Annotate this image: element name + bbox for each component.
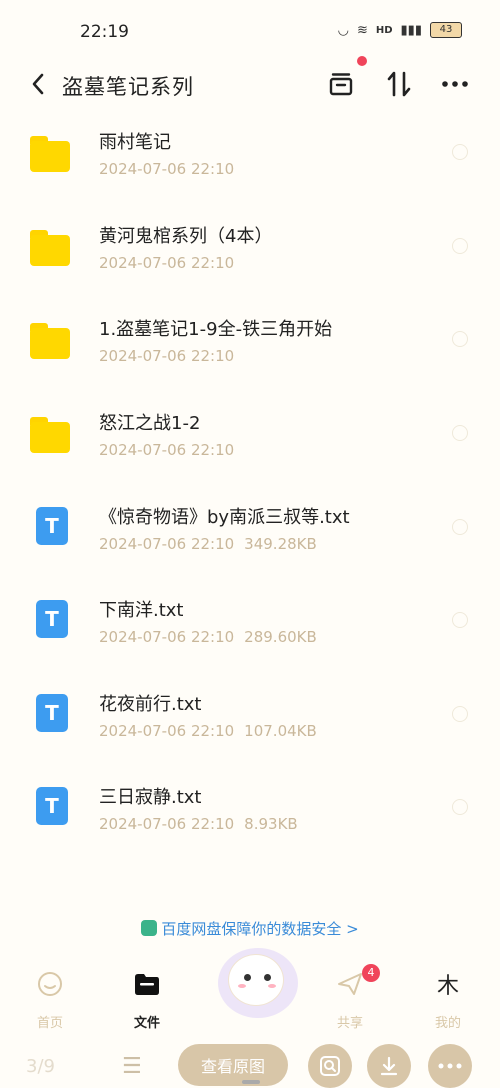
more-icon bbox=[442, 81, 468, 87]
safety-banner[interactable]: 百度网盘保障你的数据安全 > bbox=[0, 918, 500, 939]
tab-files[interactable]: 文件 bbox=[117, 970, 177, 1031]
lens-icon bbox=[320, 1056, 340, 1076]
file-meta: 2024-07-06 22:10 8.93KB bbox=[99, 815, 298, 833]
back-button[interactable] bbox=[26, 70, 50, 98]
select-checkbox[interactable] bbox=[452, 799, 468, 815]
page-count: 3/9 bbox=[26, 1056, 55, 1077]
file-size: 349.28KB bbox=[244, 535, 317, 553]
file-meta: 2024-07-06 22:10 289.60KB bbox=[99, 628, 317, 646]
status-bar: 22:19 ◡ ≋ HD ▮▮▮ 43 bbox=[0, 0, 500, 60]
tab-home-label: 首页 bbox=[36, 1016, 63, 1031]
tab-mine-label: 我的 bbox=[434, 1016, 461, 1031]
alarm-icon: ◡ bbox=[337, 22, 349, 38]
more-button[interactable] bbox=[440, 69, 470, 99]
folder-icon bbox=[30, 226, 72, 268]
list-item[interactable]: 1.盗墓笔记1-9全-铁三角开始 2024-07-06 22:10 bbox=[0, 297, 500, 391]
file-meta: 2024-07-06 22:10 bbox=[99, 160, 234, 178]
file-date: 2024-07-06 22:10 bbox=[99, 628, 235, 646]
home-icon bbox=[36, 970, 64, 998]
file-name: 1.盗墓笔记1-9全-铁三角开始 bbox=[99, 319, 333, 340]
tab-home[interactable]: 首页 bbox=[20, 970, 80, 1031]
list-item[interactable]: 黄河鬼棺系列（4本） 2024-07-06 22:10 bbox=[0, 204, 500, 298]
menu-icon[interactable]: ☰ bbox=[122, 1054, 142, 1079]
file-name: 雨村笔记 bbox=[99, 132, 171, 153]
list-item[interactable]: T 花夜前行.txt 2024-07-06 22:10 107.04KB bbox=[0, 672, 500, 766]
file-date: 2024-07-06 22:10 bbox=[99, 441, 235, 459]
txt-file-icon: T bbox=[30, 600, 72, 642]
file-date: 2024-07-06 22:10 bbox=[99, 815, 235, 833]
status-time: 22:19 bbox=[80, 22, 129, 42]
home-indicator bbox=[242, 1080, 260, 1084]
file-size: 107.04KB bbox=[244, 722, 317, 740]
list-item[interactable]: 雨村笔记 2024-07-06 22:10 bbox=[0, 110, 500, 204]
select-checkbox[interactable] bbox=[452, 425, 468, 441]
download-button[interactable] bbox=[367, 1044, 411, 1088]
file-date: 2024-07-06 22:10 bbox=[99, 535, 235, 553]
more-options-button[interactable] bbox=[428, 1044, 472, 1088]
more-icon bbox=[438, 1063, 462, 1069]
wifi-icon: ≋ bbox=[356, 22, 368, 38]
send-icon bbox=[336, 970, 364, 998]
folder-icon bbox=[30, 319, 72, 361]
safety-banner-text: 百度网盘保障你的数据安全 bbox=[161, 920, 342, 938]
share-badge: 4 bbox=[362, 964, 380, 982]
list-item[interactable]: T 下南洋.txt 2024-07-06 22:10 289.60KB bbox=[0, 578, 500, 672]
avatar-icon: ⽊ bbox=[436, 974, 459, 999]
sort-icon bbox=[387, 71, 411, 97]
select-checkbox[interactable] bbox=[452, 706, 468, 722]
battery-icon: 43 bbox=[430, 22, 462, 38]
file-name: 花夜前行.txt bbox=[99, 694, 202, 715]
back-icon bbox=[32, 73, 44, 95]
txt-file-icon: T bbox=[30, 507, 72, 549]
file-name: 黄河鬼棺系列（4本） bbox=[99, 226, 273, 247]
file-meta: 2024-07-06 22:10 349.28KB bbox=[99, 535, 317, 553]
hd-indicator: HD bbox=[375, 24, 393, 36]
file-name: 下南洋.txt bbox=[99, 600, 184, 621]
list-item[interactable]: T 《惊奇物语》by南派三叔等.txt 2024-07-06 22:10 349.… bbox=[0, 485, 500, 579]
chevron-right-icon: > bbox=[346, 920, 359, 938]
file-name: 《惊奇物语》by南派三叔等.txt bbox=[99, 507, 350, 528]
mascot-face-icon bbox=[228, 954, 284, 1006]
select-checkbox[interactable] bbox=[452, 612, 468, 628]
archive-button[interactable] bbox=[326, 69, 356, 99]
file-name: 三日寂静.txt bbox=[99, 787, 202, 808]
select-checkbox[interactable] bbox=[452, 144, 468, 160]
file-meta: 2024-07-06 22:10 bbox=[99, 441, 234, 459]
file-size: 289.60KB bbox=[244, 628, 317, 646]
lens-button[interactable] bbox=[308, 1044, 352, 1088]
mascot-button[interactable] bbox=[210, 940, 300, 1020]
header: 盗墓笔记系列 bbox=[0, 60, 500, 110]
txt-file-icon: T bbox=[30, 694, 72, 736]
shield-icon bbox=[141, 920, 158, 936]
file-date: 2024-07-06 22:10 bbox=[99, 254, 235, 272]
page-title: 盗墓笔记系列 bbox=[62, 75, 194, 99]
file-meta: 2024-07-06 22:10 bbox=[99, 254, 234, 272]
status-icons: ◡ ≋ HD ▮▮▮ 43 bbox=[338, 22, 462, 38]
file-meta: 2024-07-06 22:10 bbox=[99, 347, 234, 365]
file-meta: 2024-07-06 22:10 107.04KB bbox=[99, 722, 317, 740]
folder-icon bbox=[30, 413, 72, 455]
tab-mine[interactable]: ⽊ 我的 bbox=[418, 970, 478, 1031]
file-date: 2024-07-06 22:10 bbox=[99, 722, 235, 740]
sort-button[interactable] bbox=[384, 69, 414, 99]
download-icon bbox=[380, 1056, 398, 1076]
select-checkbox[interactable] bbox=[452, 238, 468, 254]
notification-dot bbox=[357, 56, 367, 66]
tab-share-label: 共享 bbox=[336, 1016, 363, 1031]
archive-icon bbox=[329, 73, 353, 96]
select-checkbox[interactable] bbox=[452, 519, 468, 535]
signal-icon: ▮▮▮ bbox=[400, 22, 422, 38]
file-size: 8.93KB bbox=[244, 815, 298, 833]
file-date: 2024-07-06 22:10 bbox=[99, 347, 235, 365]
txt-file-icon: T bbox=[30, 787, 72, 829]
file-date: 2024-07-06 22:10 bbox=[99, 160, 235, 178]
view-original-button[interactable]: 查看原图 bbox=[178, 1044, 288, 1086]
folder-icon bbox=[30, 132, 72, 174]
list-item[interactable]: T 三日寂静.txt 2024-07-06 22:10 8.93KB bbox=[0, 765, 500, 859]
select-checkbox[interactable] bbox=[452, 331, 468, 347]
folder-tab-icon bbox=[133, 970, 161, 998]
tab-files-label: 文件 bbox=[133, 1016, 160, 1031]
file-name: 怒江之战1-2 bbox=[99, 413, 201, 434]
list-item[interactable]: 怒江之战1-2 2024-07-06 22:10 bbox=[0, 391, 500, 485]
